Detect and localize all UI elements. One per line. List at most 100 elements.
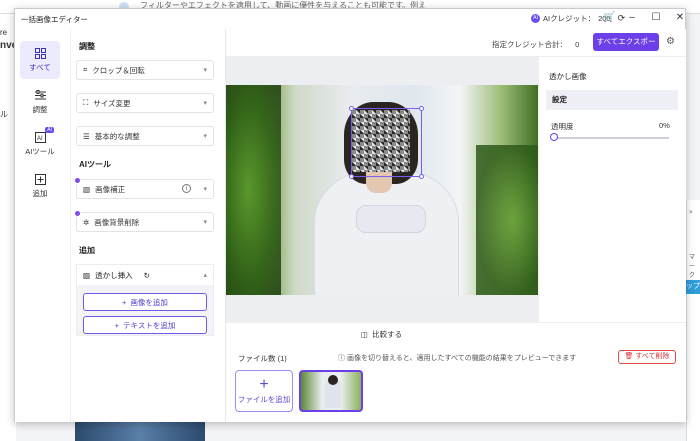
chevron-down-icon: ▾ xyxy=(203,186,207,193)
nav-item-all[interactable]: すべて xyxy=(20,41,60,79)
chevron-down-icon: ▾ xyxy=(203,133,207,140)
sliders-icon xyxy=(34,89,46,101)
preview-photo xyxy=(226,85,538,295)
delete-all-label: すべて削除 xyxy=(635,353,670,360)
background-right-panel: × マーク xyxy=(686,200,700,441)
resize-handle[interactable] xyxy=(349,174,354,179)
background-label: マーク xyxy=(689,255,696,279)
section-title-add: 追加 xyxy=(79,246,95,255)
nav-item-label: 追加 xyxy=(32,189,48,198)
plant-right xyxy=(476,145,538,295)
compare-bar: ◫ 比較する xyxy=(226,322,686,344)
nav-item-label: すべて xyxy=(29,63,51,72)
tool-label: 基本的な調整 xyxy=(94,131,140,141)
tool-image-enhance[interactable]: ▧ 画像補正 i ▾ xyxy=(74,177,214,199)
close-icon[interactable]: ✕ xyxy=(675,12,685,24)
ai-badge: AI xyxy=(45,127,54,133)
watermark-label: 透かし挿入 xyxy=(95,270,133,280)
tool-label: 画像補正 xyxy=(95,184,126,194)
trash-icon: 🗑 xyxy=(624,353,634,360)
file-thumbnail[interactable] xyxy=(299,370,363,412)
nav-item-label: 調整 xyxy=(32,105,48,114)
add-file-button[interactable]: + ファイルを追加 xyxy=(235,370,293,412)
add-image-button[interactable]: + 画像を追加 xyxy=(83,293,207,311)
left-nav: すべて 調整 AI AI AIツール 追加 xyxy=(15,29,71,422)
section-title-adjust: 調整 xyxy=(79,42,95,51)
tool-background-remove[interactable]: ✲ 画像背景削除 ▾ xyxy=(74,210,214,232)
plus-icon: + xyxy=(114,320,120,330)
add-text-label: テキストを追加 xyxy=(123,320,176,330)
info-icon[interactable]: i xyxy=(182,184,191,193)
add-file-label: ファイルを追加 xyxy=(237,394,291,404)
watermark-header[interactable]: ▨ 透かし挿入 ↻ ▴ xyxy=(77,265,213,285)
grid-icon xyxy=(34,47,46,59)
ai-credit-label: AIクレジット： xyxy=(543,14,596,23)
gear-icon[interactable]: ⚙ xyxy=(666,36,675,47)
tool-label: サイズ変更 xyxy=(93,98,131,108)
nav-item-add[interactable]: 追加 xyxy=(20,167,60,205)
watermark-settings-panel: 透かし画像 設定 透明度 0% xyxy=(538,57,686,322)
maximize-icon[interactable]: ☐ xyxy=(651,12,661,24)
minimize-icon[interactable]: – xyxy=(627,12,637,24)
cart-icon[interactable]: 🛒 xyxy=(603,12,615,24)
settings-header: 設定 xyxy=(546,90,678,110)
image-enhance-icon: ▧ xyxy=(83,184,91,194)
plus-icon: + xyxy=(259,375,269,393)
window-controls: 🛒 – ☐ ✕ xyxy=(603,12,685,24)
background-image xyxy=(75,422,205,441)
reset-icon[interactable]: ↻ xyxy=(144,271,150,280)
ai-dot-badge xyxy=(74,177,81,184)
selected-credit-label: 指定クレジット合計： xyxy=(492,40,567,49)
ai-dot-badge xyxy=(74,210,81,217)
tools-panel: 調整 ⌗ クロップ＆回転 ▾ ⛶ サイズ変更 ▾ ☰ 基本的な調整 ▾ AIツー… xyxy=(71,29,226,422)
chevron-up-icon[interactable]: ▴ xyxy=(203,271,207,279)
tool-label: 画像背景削除 xyxy=(94,217,140,227)
ai-icon: AI xyxy=(34,131,46,143)
delete-all-button[interactable]: 🗑 すべて削除 xyxy=(618,350,676,364)
background-button: ップ xyxy=(686,280,700,294)
tool-resize[interactable]: ⛶ サイズ変更 ▾ xyxy=(76,93,214,113)
nav-item-label: AIツール xyxy=(25,147,55,156)
plus-icon: + xyxy=(122,297,127,307)
tool-crop-rotate[interactable]: ⌗ クロップ＆回転 ▾ xyxy=(76,60,214,80)
resize-handle[interactable] xyxy=(349,106,354,111)
export-all-button[interactable]: すべてエクスポート xyxy=(593,33,659,64)
file-strip: ファイル数 (1) ⓘ 画像を切り替えると、適用したすべての機能の結果をプレビュ… xyxy=(226,344,686,422)
background-label: re xyxy=(0,28,8,37)
image-preview-stage xyxy=(226,57,538,322)
chevron-down-icon: ▾ xyxy=(203,100,207,107)
add-text-button[interactable]: + テキストを追加 xyxy=(83,316,207,334)
background-label: ル xyxy=(0,110,8,119)
plant-left xyxy=(226,85,281,295)
app-title: 一括画像エディター xyxy=(21,15,88,24)
resize-icon: ⛶ xyxy=(83,98,89,107)
selected-credit-value: 0 xyxy=(575,40,580,49)
image-icon: ▨ xyxy=(83,270,91,280)
chevron-down-icon: ▾ xyxy=(203,67,207,74)
background-remove-icon: ✲ xyxy=(83,217,90,227)
info-icon: ⓘ xyxy=(338,355,347,362)
preview-hint: ⓘ 画像を切り替えると、適用したすべての機能の結果をプレビューできます xyxy=(338,353,576,363)
opacity-slider[interactable] xyxy=(553,137,669,139)
watermark-section: ▨ 透かし挿入 ↻ ▴ + 画像を追加 + テキストを追加 xyxy=(76,264,214,336)
preview-hint-text: 画像を切り替えると、適用したすべての機能の結果をプレビューできます xyxy=(346,355,577,362)
nav-item-ai-tools[interactable]: AI AI AIツール xyxy=(20,125,60,163)
tool-basic-adjust[interactable]: ☰ 基本的な調整 ▾ xyxy=(76,126,214,146)
compare-icon: ◫ xyxy=(361,330,369,339)
section-title-ai-tools: AIツール xyxy=(79,160,111,169)
canvas-toolbar: 指定クレジット合計： 0 すべてエクスポート ⚙ xyxy=(226,29,686,64)
selected-credit: 指定クレジット合計： 0 xyxy=(492,39,579,50)
watermark-selection-box[interactable] xyxy=(349,106,424,179)
thumbnail-head xyxy=(328,375,338,385)
compare-label: 比較する xyxy=(372,330,403,339)
file-count: ファイル数 (1) xyxy=(238,354,287,363)
compare-button[interactable]: ◫ 比較する xyxy=(361,329,402,340)
svg-text:AI: AI xyxy=(37,136,43,142)
opacity-slider-knob[interactable] xyxy=(550,133,558,141)
resize-handle[interactable] xyxy=(419,174,424,179)
opacity-value: 0% xyxy=(659,121,670,130)
crop-icon: ⌗ xyxy=(83,65,88,74)
background-close-icon: × xyxy=(689,210,693,216)
nav-item-adjust[interactable]: 調整 xyxy=(20,83,60,121)
resize-handle[interactable] xyxy=(419,106,424,111)
